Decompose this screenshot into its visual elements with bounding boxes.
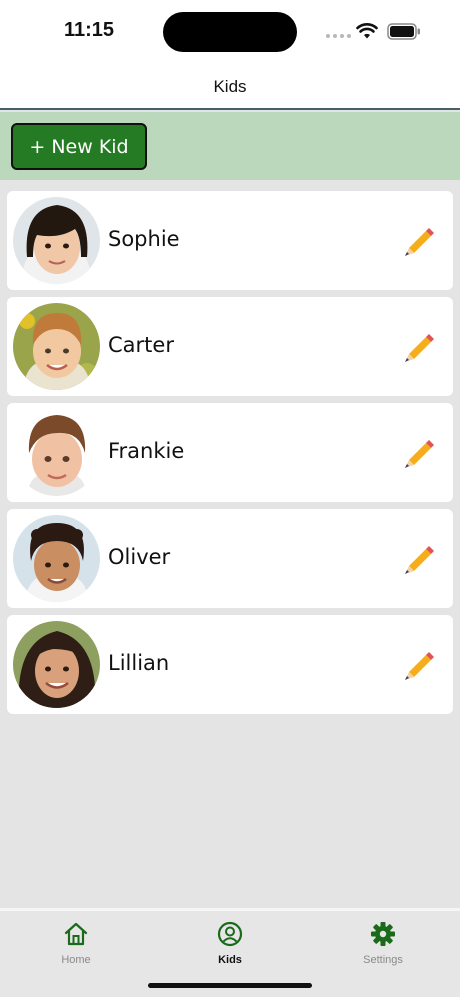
pencil-edit-icon[interactable]: [401, 330, 435, 364]
kid-card-carter[interactable]: Carter: [7, 297, 453, 396]
tab-label: Kids: [218, 954, 242, 966]
house-icon: [64, 922, 88, 946]
kid-card-lillian[interactable]: Lillian: [7, 615, 453, 714]
home-indicator: [148, 983, 312, 988]
pencil-edit-icon[interactable]: [401, 224, 435, 258]
kid-name: Oliver: [108, 545, 171, 569]
status-time: 11:15: [64, 19, 115, 41]
wifi-icon: [356, 23, 378, 39]
kid-name: Carter: [108, 333, 174, 357]
user-circle-icon: [217, 921, 243, 947]
avatar: [13, 621, 100, 708]
kid-card-frankie[interactable]: Frankie: [7, 403, 453, 502]
pencil-edit-icon[interactable]: [401, 648, 435, 682]
status-bar: 11:15: [0, 0, 460, 64]
kid-card-sophie[interactable]: Sophie: [7, 191, 453, 290]
pencil-edit-icon[interactable]: [401, 436, 435, 470]
kid-card-oliver[interactable]: Oliver: [7, 509, 453, 608]
avatar: [13, 303, 100, 390]
tab-settings[interactable]: Settings: [333, 921, 433, 971]
kid-name: Sophie: [108, 227, 180, 251]
cellular-signal-icon: [326, 34, 351, 38]
tab-label: Settings: [363, 954, 403, 966]
battery-icon: [387, 23, 420, 40]
tab-kids[interactable]: Kids: [180, 921, 280, 971]
page-title: Kids: [213, 77, 247, 96]
avatar: [13, 515, 100, 602]
kid-name: Frankie: [108, 439, 185, 463]
kid-name: Lillian: [108, 651, 170, 675]
tab-label: Home: [61, 954, 91, 966]
avatar: [13, 197, 100, 284]
pencil-edit-icon[interactable]: [401, 542, 435, 576]
avatar: [13, 409, 100, 496]
gear-icon: [371, 922, 395, 946]
nav-bar: Kids: [0, 64, 460, 110]
new-kid-button[interactable]: + New Kid: [11, 123, 147, 170]
toolbar: + New Kid: [0, 112, 460, 180]
dynamic-island: [163, 12, 297, 52]
tab-home[interactable]: Home: [26, 921, 126, 971]
